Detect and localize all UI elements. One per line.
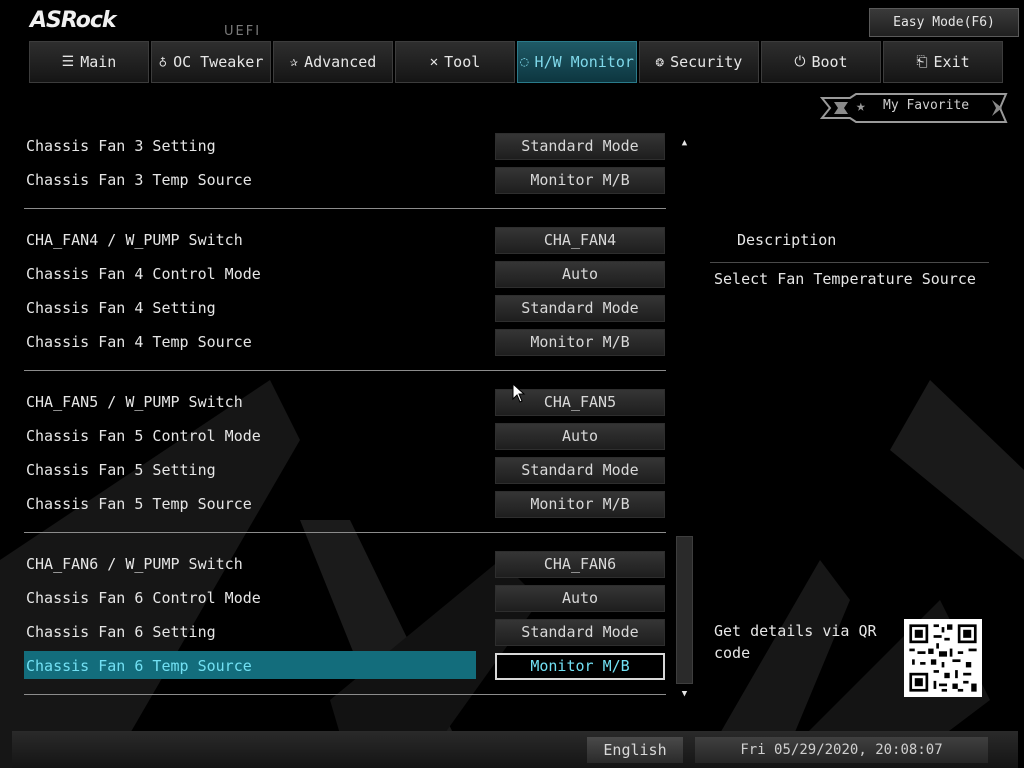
divider [24, 208, 666, 209]
setting-label: Chassis Fan 5 Temp Source [26, 495, 252, 513]
rocket-icon: ♁ [158, 54, 168, 70]
tab-label: OC Tweaker [173, 53, 264, 71]
shield-icon: ❂ [655, 54, 665, 70]
setting-value[interactable]: Auto [495, 423, 665, 450]
setting-row[interactable]: Chassis Fan 4 Control Mode Auto [24, 260, 666, 288]
main-nav: ☰ Main ♁ OC Tweaker ✰ Advanced ✕ Tool ◌ … [29, 41, 1018, 84]
tab-tool[interactable]: ✕ Tool [395, 41, 515, 83]
divider [24, 370, 666, 371]
tab-main[interactable]: ☰ Main [29, 41, 149, 83]
setting-label: CHA_FAN6 / W_PUMP Switch [26, 555, 243, 573]
tab-exit[interactable]: ⎗ Exit [883, 41, 1003, 83]
divider [24, 694, 666, 695]
language-button[interactable]: English [587, 737, 683, 763]
setting-label: Chassis Fan 5 Setting [26, 461, 216, 479]
setting-row[interactable]: Chassis Fan 5 Setting Standard Mode [24, 456, 666, 484]
power-icon: ⏻ [794, 54, 806, 70]
tools-icon: ✕ [429, 54, 439, 70]
setting-value[interactable]: Monitor M/B [495, 329, 665, 356]
setting-row[interactable]: Chassis Fan 5 Temp Source Monitor M/B [24, 490, 666, 518]
tab-advanced[interactable]: ✰ Advanced [273, 41, 393, 83]
setting-row[interactable]: CHA_FAN6 / W_PUMP Switch CHA_FAN6 [24, 550, 666, 578]
scroll-down-arrow-icon[interactable]: ▼ [676, 687, 693, 701]
setting-row[interactable]: Chassis Fan 4 Setting Standard Mode [24, 294, 666, 322]
easy-mode-button[interactable]: Easy Mode(F6) [869, 8, 1019, 37]
qr-code-icon [904, 619, 982, 697]
tab-label: Boot [811, 53, 848, 71]
my-favorite-button[interactable]: ★ My Favorite [819, 92, 1008, 124]
tab-label: Exit [933, 53, 970, 71]
divider [24, 532, 666, 533]
tab-hw-monitor[interactable]: ◌ H/W Monitor [517, 41, 637, 83]
setting-value[interactable]: Monitor M/B [495, 491, 665, 518]
list-icon: ☰ [61, 54, 75, 70]
tab-label: Advanced [304, 53, 377, 71]
setting-row[interactable]: CHA_FAN4 / W_PUMP Switch CHA_FAN4 [24, 226, 666, 254]
setting-label: Chassis Fan 3 Temp Source [26, 171, 252, 189]
setting-label: Chassis Fan 4 Temp Source [26, 333, 252, 351]
description-divider [710, 262, 989, 263]
tab-label: Main [80, 53, 117, 71]
uefi-label: UEFI [224, 24, 262, 39]
setting-label: Chassis Fan 5 Control Mode [26, 427, 261, 445]
setting-row-selected[interactable]: Chassis Fan 6 Temp Source Monitor M/B [24, 651, 666, 680]
setting-value[interactable]: Auto [495, 261, 665, 288]
mouse-cursor-icon [512, 383, 526, 403]
setting-label: Chassis Fan 3 Setting [26, 137, 216, 155]
setting-row[interactable]: Chassis Fan 3 Setting Standard Mode [24, 132, 666, 160]
monitor-icon: ◌ [520, 54, 529, 70]
tab-label: Security [670, 53, 743, 71]
setting-value[interactable]: CHA_FAN6 [495, 551, 665, 578]
asrock-logo: ASRock [30, 8, 117, 33]
scroll-thumb[interactable] [676, 536, 693, 684]
datetime-display: Fri 05/29/2020, 20:08:07 [695, 737, 988, 763]
setting-value[interactable]: Standard Mode [495, 133, 665, 160]
qr-caption: Get details via QR code [714, 622, 877, 662]
setting-row[interactable]: Chassis Fan 6 Control Mode Auto [24, 584, 666, 612]
setting-label: Chassis Fan 6 Control Mode [26, 589, 261, 607]
setting-label: Chassis Fan 4 Setting [26, 299, 216, 317]
setting-label: Chassis Fan 4 Control Mode [26, 265, 261, 283]
tab-oc-tweaker[interactable]: ♁ OC Tweaker [151, 41, 271, 83]
setting-label: CHA_FAN4 / W_PUMP Switch [26, 231, 243, 249]
star-icon: ✰ [289, 54, 299, 70]
scroll-up-arrow-icon[interactable]: ▲ [676, 136, 693, 150]
setting-row[interactable]: CHA_FAN5 / W_PUMP Switch CHA_FAN5 [24, 388, 666, 416]
setting-value[interactable]: Monitor M/B [495, 167, 665, 194]
description-title: Description [737, 231, 837, 249]
tab-label: H/W Monitor [534, 53, 634, 71]
star-icon: ★ [856, 96, 866, 115]
setting-row[interactable]: Chassis Fan 6 Setting Standard Mode [24, 618, 666, 646]
favorite-label: My Favorite [883, 98, 970, 113]
setting-row[interactable]: Chassis Fan 4 Temp Source Monitor M/B [24, 328, 666, 356]
setting-value[interactable]: Monitor M/B [495, 653, 665, 680]
description-text: Select Fan Temperature Source [714, 270, 976, 288]
setting-row[interactable]: Chassis Fan 3 Temp Source Monitor M/B [24, 166, 666, 194]
tab-label: Tool [444, 53, 481, 71]
setting-value[interactable]: CHA_FAN4 [495, 227, 665, 254]
setting-label: Chassis Fan 6 Setting [26, 623, 216, 641]
setting-label: Chassis Fan 6 Temp Source [26, 657, 252, 675]
exit-icon: ⎗ [916, 54, 928, 70]
setting-value[interactable]: Auto [495, 585, 665, 612]
tab-security[interactable]: ❂ Security [639, 41, 759, 83]
setting-value[interactable]: Standard Mode [495, 295, 665, 322]
setting-label: CHA_FAN5 / W_PUMP Switch [26, 393, 243, 411]
settings-scrollbar[interactable]: ▲ ▼ [676, 136, 693, 703]
setting-value[interactable]: Standard Mode [495, 619, 665, 646]
setting-value[interactable]: Standard Mode [495, 457, 665, 484]
tab-boot[interactable]: ⏻ Boot [761, 41, 881, 83]
setting-row[interactable]: Chassis Fan 5 Control Mode Auto [24, 422, 666, 450]
